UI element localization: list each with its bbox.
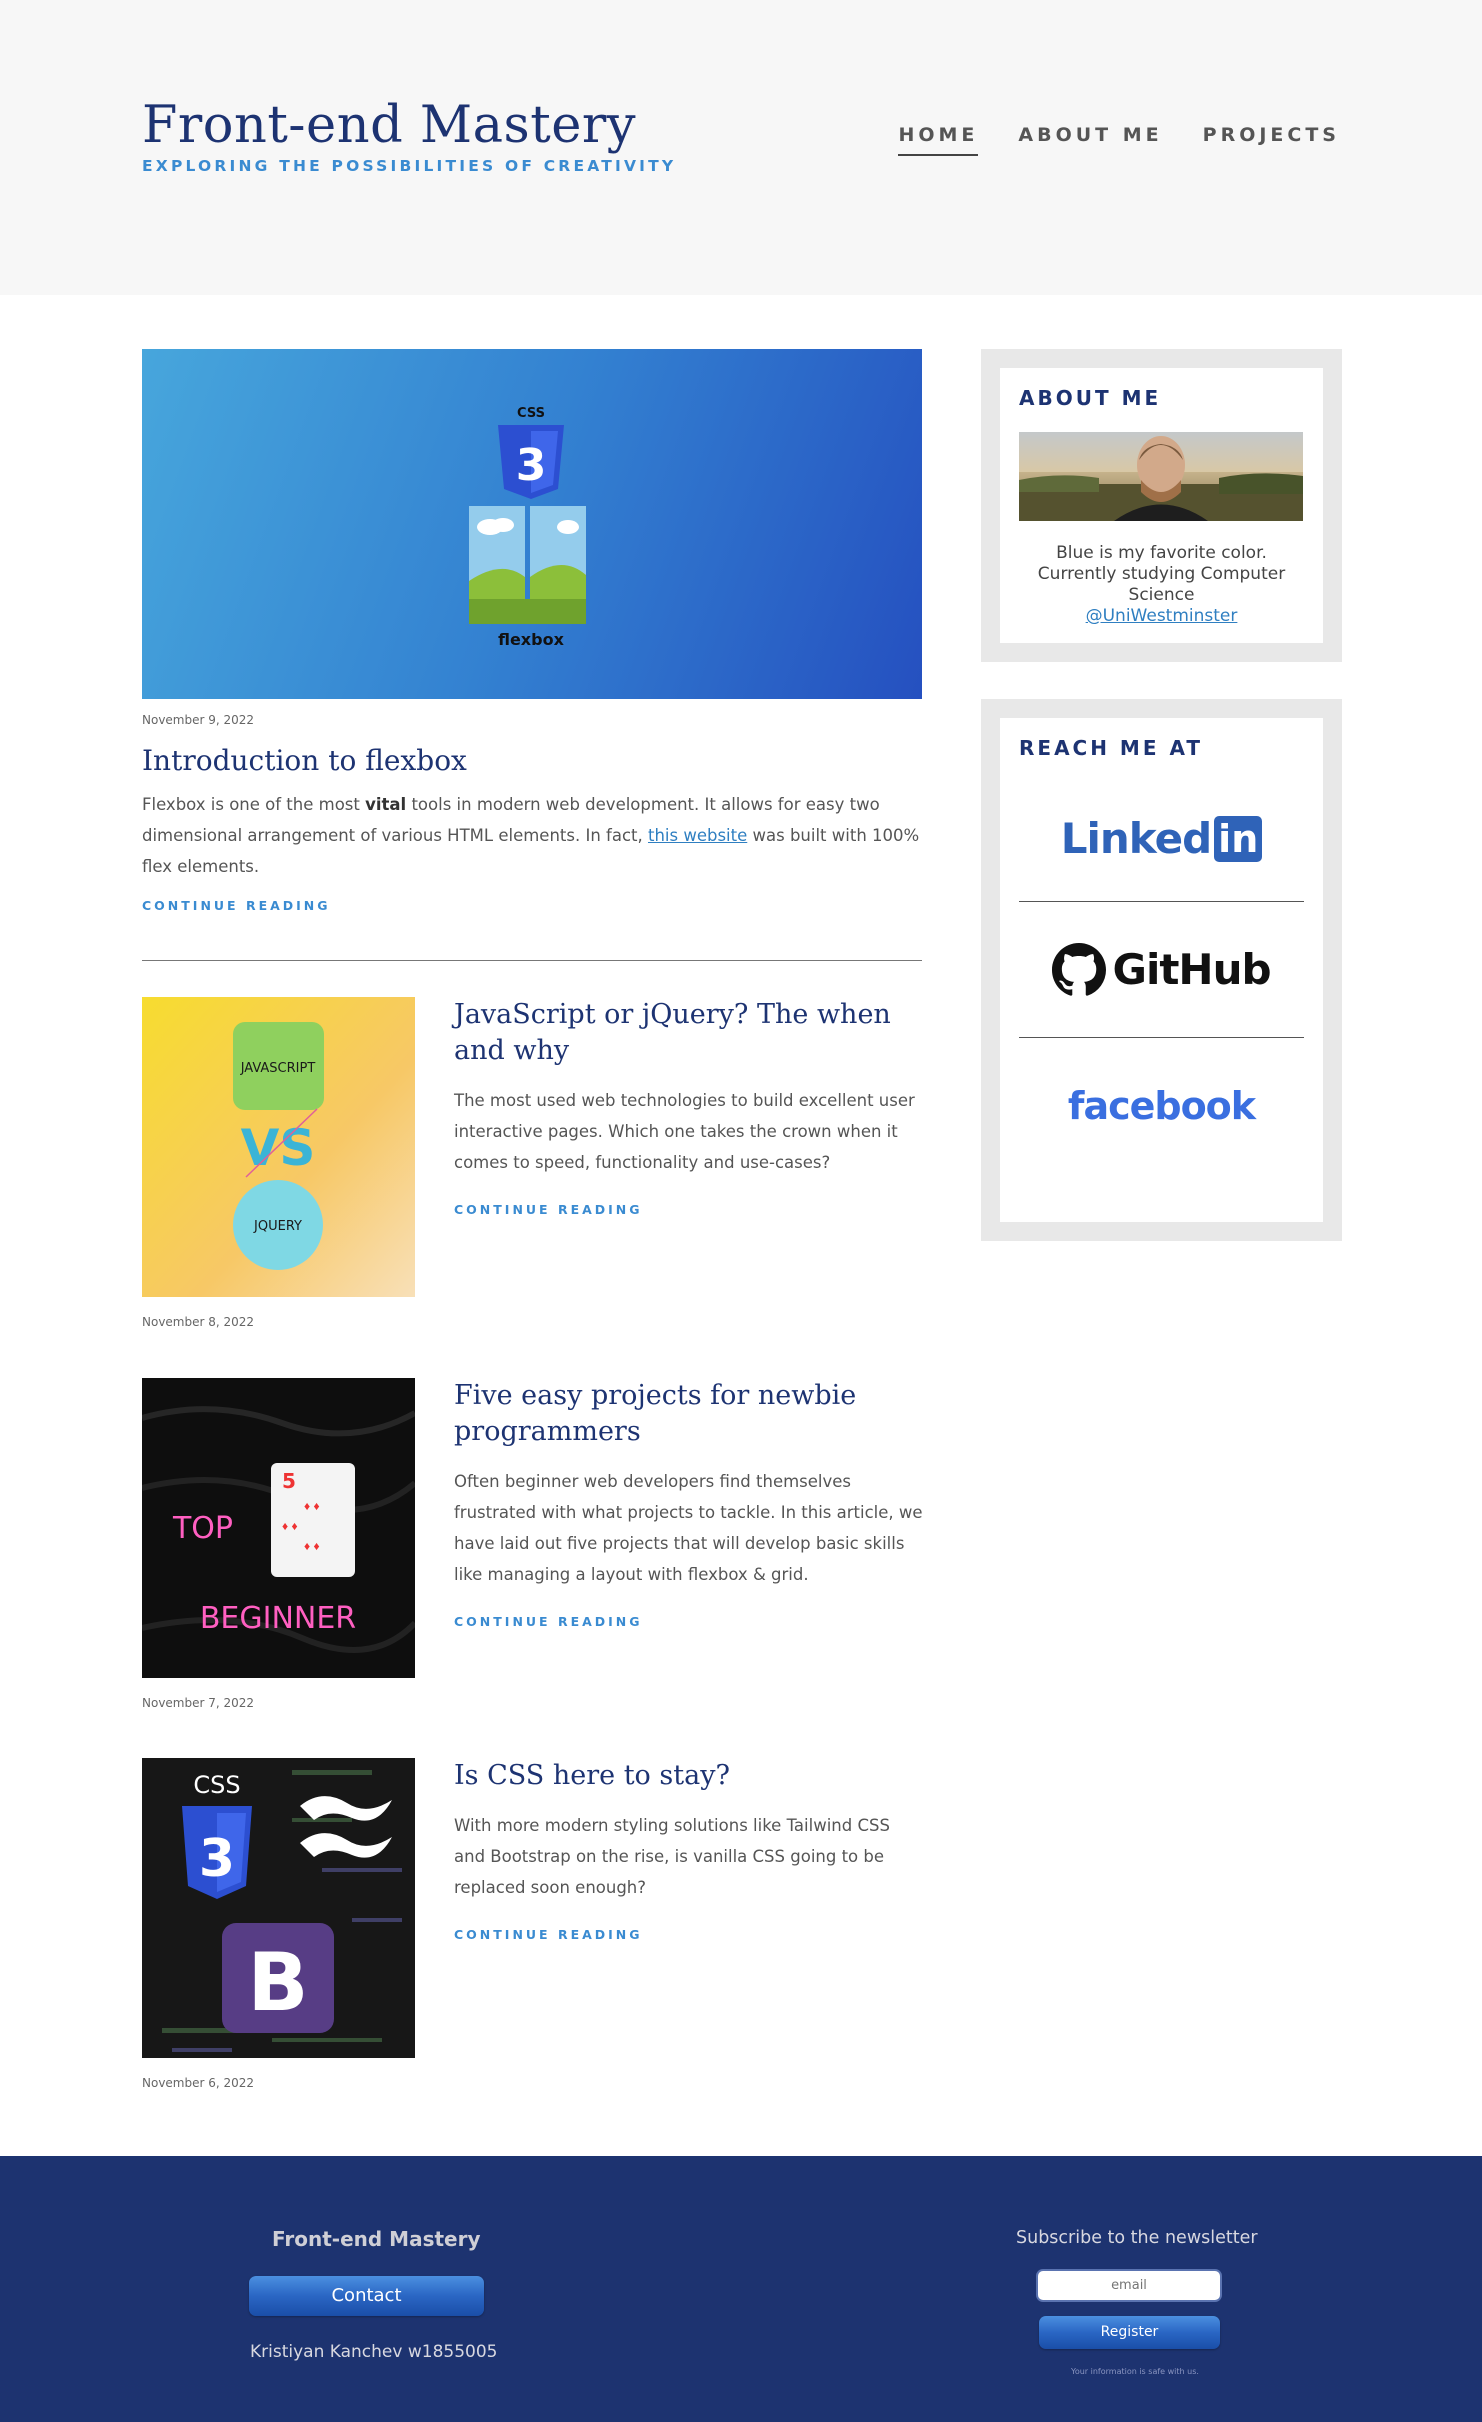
css-label: CSS (517, 406, 545, 421)
post-thumb-css-stay[interactable]: CSS 3 B (142, 1758, 415, 2058)
post-excerpt-five-projects: Often beginner web developers find thems… (454, 1472, 923, 1584)
nav-about-me[interactable]: ABOUT ME (1018, 124, 1162, 156)
about-me-widget: ABOUT ME Blue is my favorite color. Curr… (981, 349, 1342, 662)
flexbox-label: flexbox (498, 630, 564, 649)
github-octocat-icon (1052, 942, 1107, 996)
post-thumb-js-jquery[interactable]: JAVASCRIPT VS JQUERY (142, 997, 415, 1297)
site-footer: Front-end Mastery Contact Kristiyan Kanc… (0, 2156, 1482, 2422)
facebook-link[interactable]: facebook (1019, 1038, 1304, 1174)
post-date-five-projects: November 7, 2022 (142, 1696, 255, 1710)
nav-home[interactable]: HOME (898, 124, 979, 156)
site-header: Front-end Mastery EXPLORING THE POSSIBIL… (0, 0, 1482, 295)
featured-post-date: November 9, 2022 (142, 713, 255, 727)
card-five-label: 5 (282, 1469, 296, 1493)
beginner-label: BEGINNER (200, 1601, 356, 1636)
continue-reading-css-stay[interactable]: CONTINUE READING (454, 1927, 924, 1942)
about-me-bio: Blue is my favorite color. Currently stu… (1037, 543, 1286, 626)
reach-me-heading: REACH ME AT (1019, 736, 1204, 760)
post-list: CSS 3 flexbox November 9, 2022 Introduct… (142, 349, 923, 2090)
top-label: TOP (172, 1511, 233, 1546)
post-card-five-projects: 5 ♦ ♦ ♦ ♦ ♦ ♦ TOP BEGINNER Five easy pro… (142, 1378, 924, 1710)
newsletter-email-input[interactable] (1036, 2269, 1222, 2302)
bootstrap-label: B (248, 1936, 309, 2029)
site-title[interactable]: Front-end Mastery (142, 96, 676, 155)
facebook-logo: facebook (1067, 1084, 1256, 1128)
css-flexbox-illustration: CSS 3 flexbox (469, 406, 586, 649)
post-date-css-stay: November 6, 2022 (142, 2076, 255, 2090)
site-tagline: EXPLORING THE POSSIBILITIES OF CREATIVIT… (142, 157, 677, 175)
linkedin-in-icon: in (1214, 815, 1263, 862)
featured-continue-reading[interactable]: CONTINUE READING (142, 898, 922, 913)
footer-brand[interactable]: Front-end Mastery (272, 2227, 481, 2251)
post-excerpt-js-jquery: The most used web technologies to build … (454, 1091, 915, 1172)
linkedin-link[interactable]: Linked in (1019, 760, 1304, 902)
register-button[interactable]: Register (1039, 2316, 1220, 2349)
svg-text:♦ ♦: ♦ ♦ (304, 1539, 320, 1553)
github-logo: GitHub (1112, 945, 1271, 994)
javascript-label: JAVASCRIPT (240, 1061, 316, 1076)
author-photo (1019, 432, 1303, 521)
nav-projects[interactable]: PROJECTS (1203, 124, 1340, 156)
svg-text:3: 3 (516, 440, 547, 491)
brand[interactable]: Front-end Mastery EXPLORING THE POSSIBIL… (142, 96, 676, 175)
featured-post-image[interactable]: CSS 3 flexbox (142, 349, 922, 699)
contact-button[interactable]: Contact (249, 2276, 484, 2316)
featured-divider (142, 960, 922, 961)
svg-text:3: 3 (199, 1829, 235, 1889)
main-nav: HOME ABOUT ME PROJECTS (898, 124, 1340, 156)
post-date-js-jquery: November 8, 2022 (142, 1315, 255, 1329)
featured-post-excerpt: Flexbox is one of the most vital tools i… (142, 795, 920, 876)
github-link[interactable]: GitHub (1019, 902, 1304, 1038)
featured-post-title[interactable]: Introduction to flexbox (142, 744, 922, 777)
post-title-css-stay[interactable]: Is CSS here to stay? (454, 1758, 924, 1794)
continue-reading-js-jquery[interactable]: CONTINUE READING (454, 1202, 924, 1217)
linkedin-logo: Linked (1060, 814, 1212, 863)
about-me-heading: ABOUT ME (1019, 386, 1162, 410)
vs-label: VS (241, 1119, 316, 1177)
uni-westminster-link[interactable]: @UniWestminster (1086, 606, 1238, 626)
post-thumb-five-projects[interactable]: 5 ♦ ♦ ♦ ♦ ♦ ♦ TOP BEGINNER (142, 1378, 415, 1678)
newsletter-heading: Subscribe to the newsletter (1016, 2228, 1258, 2248)
post-excerpt-css-stay: With more modern styling solutions like … (454, 1816, 890, 1897)
svg-text:♦ ♦: ♦ ♦ (282, 1519, 298, 1533)
css-stay-label: CSS (193, 1771, 240, 1799)
this-website-link[interactable]: this website (648, 826, 747, 845)
privacy-note: Your information is safe with us. (1071, 2367, 1199, 2376)
reach-me-widget: REACH ME AT Linked in GitHub facebook (981, 699, 1342, 1241)
continue-reading-five-projects[interactable]: CONTINUE READING (454, 1614, 924, 1629)
footer-author: Kristiyan Kanchev w1855005 (250, 2342, 498, 2362)
jquery-label: JQUERY (253, 1219, 302, 1234)
post-card-js-jquery: JAVASCRIPT VS JQUERY JavaScript or jQuer… (142, 997, 924, 1329)
svg-text:♦ ♦: ♦ ♦ (304, 1499, 320, 1513)
post-title-five-projects[interactable]: Five easy projects for newbie programmer… (454, 1378, 924, 1450)
post-card-css-stay: CSS 3 B Is CSS here to stay? With more m… (142, 1758, 924, 2090)
post-title-js-jquery[interactable]: JavaScript or jQuery? The when and why (454, 997, 924, 1069)
